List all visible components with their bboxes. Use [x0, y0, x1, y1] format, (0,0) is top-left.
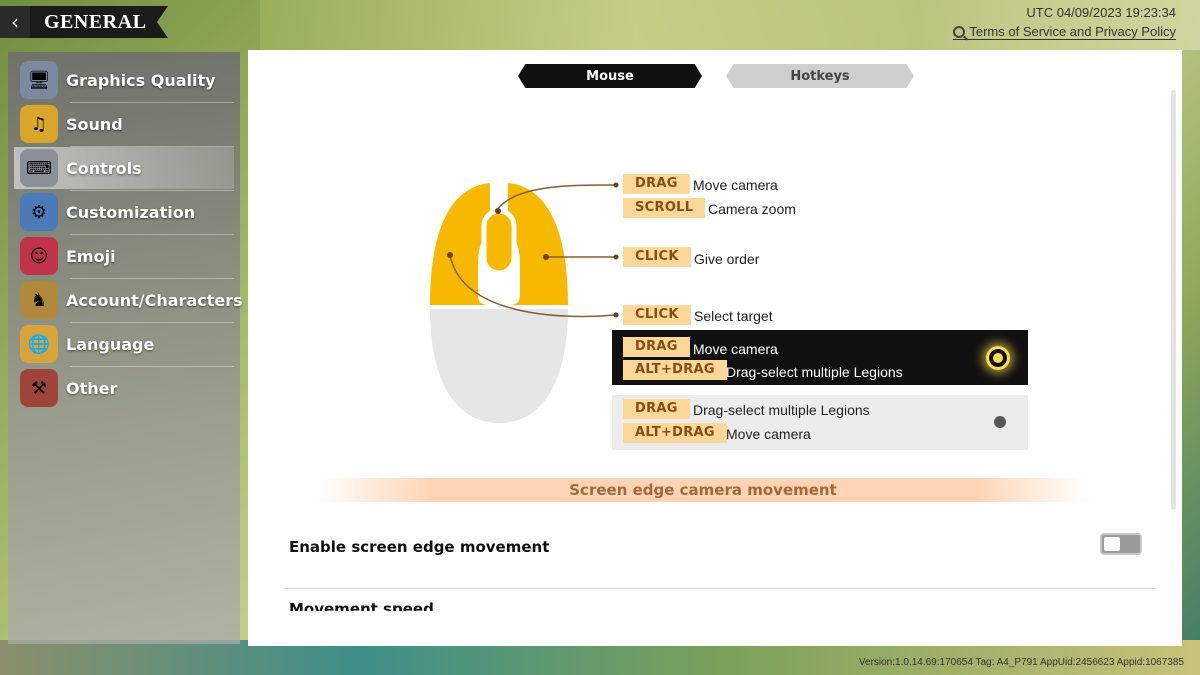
key-drag: DRAG: [623, 399, 690, 419]
sidebar-item-label: Other: [66, 378, 118, 398]
controls-panel: Mouse Hotkeys DRAG Move camera SCROLL Ca…: [248, 50, 1182, 646]
settings-divider: [284, 588, 1156, 589]
action-give-order: Give order: [694, 251, 760, 267]
sidebar-item-customization[interactable]: ⚙ Customization: [14, 191, 234, 233]
emoji-icon: ☺: [20, 237, 58, 275]
sidebar-item-account-characters[interactable]: ♞ Account/Characters: [14, 279, 243, 321]
sidebar-item-label: Language: [66, 334, 155, 354]
back-button[interactable]: ‹: [0, 6, 30, 38]
enable-edge-movement-toggle[interactable]: [1100, 533, 1142, 555]
chevron-left-icon: ‹: [11, 10, 19, 34]
drag-option-1[interactable]: DRAG Move camera ALT+DRAG Drag-select mu…: [612, 330, 1028, 385]
key-drag: DRAG: [623, 337, 690, 357]
action-move-camera: Move camera: [693, 341, 778, 357]
movement-speed-label: Movement speed: [289, 600, 434, 611]
sidebar-item-sound[interactable]: ♫ Sound: [14, 103, 234, 145]
account-icon: ♞: [20, 281, 58, 319]
sidebar-item-other[interactable]: ⚒ Other: [14, 367, 234, 409]
sidebar-item-label: Sound: [66, 114, 123, 134]
sidebar-item-language[interactable]: 🌐 Language: [14, 323, 234, 365]
search-icon: [953, 25, 966, 38]
toggle-knob: [1104, 537, 1120, 551]
scrollbar[interactable]: [1171, 90, 1176, 510]
customization-icon: ⚙: [20, 193, 58, 231]
other-icon: ⚒: [20, 369, 58, 407]
tos-link-label: Terms of Service and Privacy Policy: [969, 24, 1176, 39]
sidebar-item-controls[interactable]: ⌨ Controls: [14, 147, 234, 189]
mouse-illustration: [430, 182, 619, 423]
tab-mouse[interactable]: Mouse: [518, 64, 702, 88]
language-icon: 🌐: [20, 325, 58, 363]
version-info: Version:1.0.14.69:170654 Tag: A4_P791 Ap…: [858, 657, 1184, 668]
sound-icon: ♫: [20, 105, 58, 143]
graphics-icon: 🖥: [20, 61, 58, 99]
key-drag: DRAG: [623, 174, 690, 194]
sidebar-item-label: Account/Characters: [66, 290, 243, 310]
action-move-camera: Move camera: [693, 177, 778, 193]
page-title: GENERAL: [30, 6, 168, 38]
section-title: Screen edge camera movement: [318, 478, 1088, 502]
utc-time: UTC 04/09/2023 19:23:34: [1026, 5, 1176, 20]
radio-selected[interactable]: [986, 346, 1010, 370]
radio-unselected[interactable]: [994, 416, 1006, 428]
sidebar-item-graphics-quality[interactable]: 🖥 Graphics Quality: [14, 59, 234, 101]
sidebar-item-emoji[interactable]: ☺ Emoji: [14, 235, 234, 277]
key-click-left: CLICK: [623, 305, 691, 325]
action-select-target: Select target: [694, 308, 773, 324]
sidebar-item-label: Graphics Quality: [66, 70, 216, 90]
sidebar-item-label: Emoji: [66, 246, 116, 266]
key-alt-drag: ALT+DRAG: [623, 423, 727, 443]
tab-hotkeys[interactable]: Hotkeys: [726, 64, 914, 88]
sidebar-item-label: Customization: [66, 202, 196, 222]
enable-edge-movement-label: Enable screen edge movement: [289, 538, 550, 556]
key-alt-drag: ALT+DRAG: [623, 360, 727, 380]
action-drag-select: Drag-select multiple Legions: [726, 364, 903, 380]
key-click-right: CLICK: [623, 247, 691, 267]
key-scroll: SCROLL: [623, 198, 706, 218]
controls-icon: ⌨: [20, 149, 58, 187]
drag-option-2[interactable]: DRAG Drag-select multiple Legions ALT+DR…: [612, 395, 1028, 450]
tos-link[interactable]: Terms of Service and Privacy Policy: [953, 24, 1176, 40]
action-drag-select: Drag-select multiple Legions: [693, 402, 870, 418]
action-move-camera: Move camera: [726, 426, 811, 442]
sidebar-item-label: Controls: [66, 158, 142, 178]
action-camera-zoom: Camera zoom: [708, 201, 796, 217]
